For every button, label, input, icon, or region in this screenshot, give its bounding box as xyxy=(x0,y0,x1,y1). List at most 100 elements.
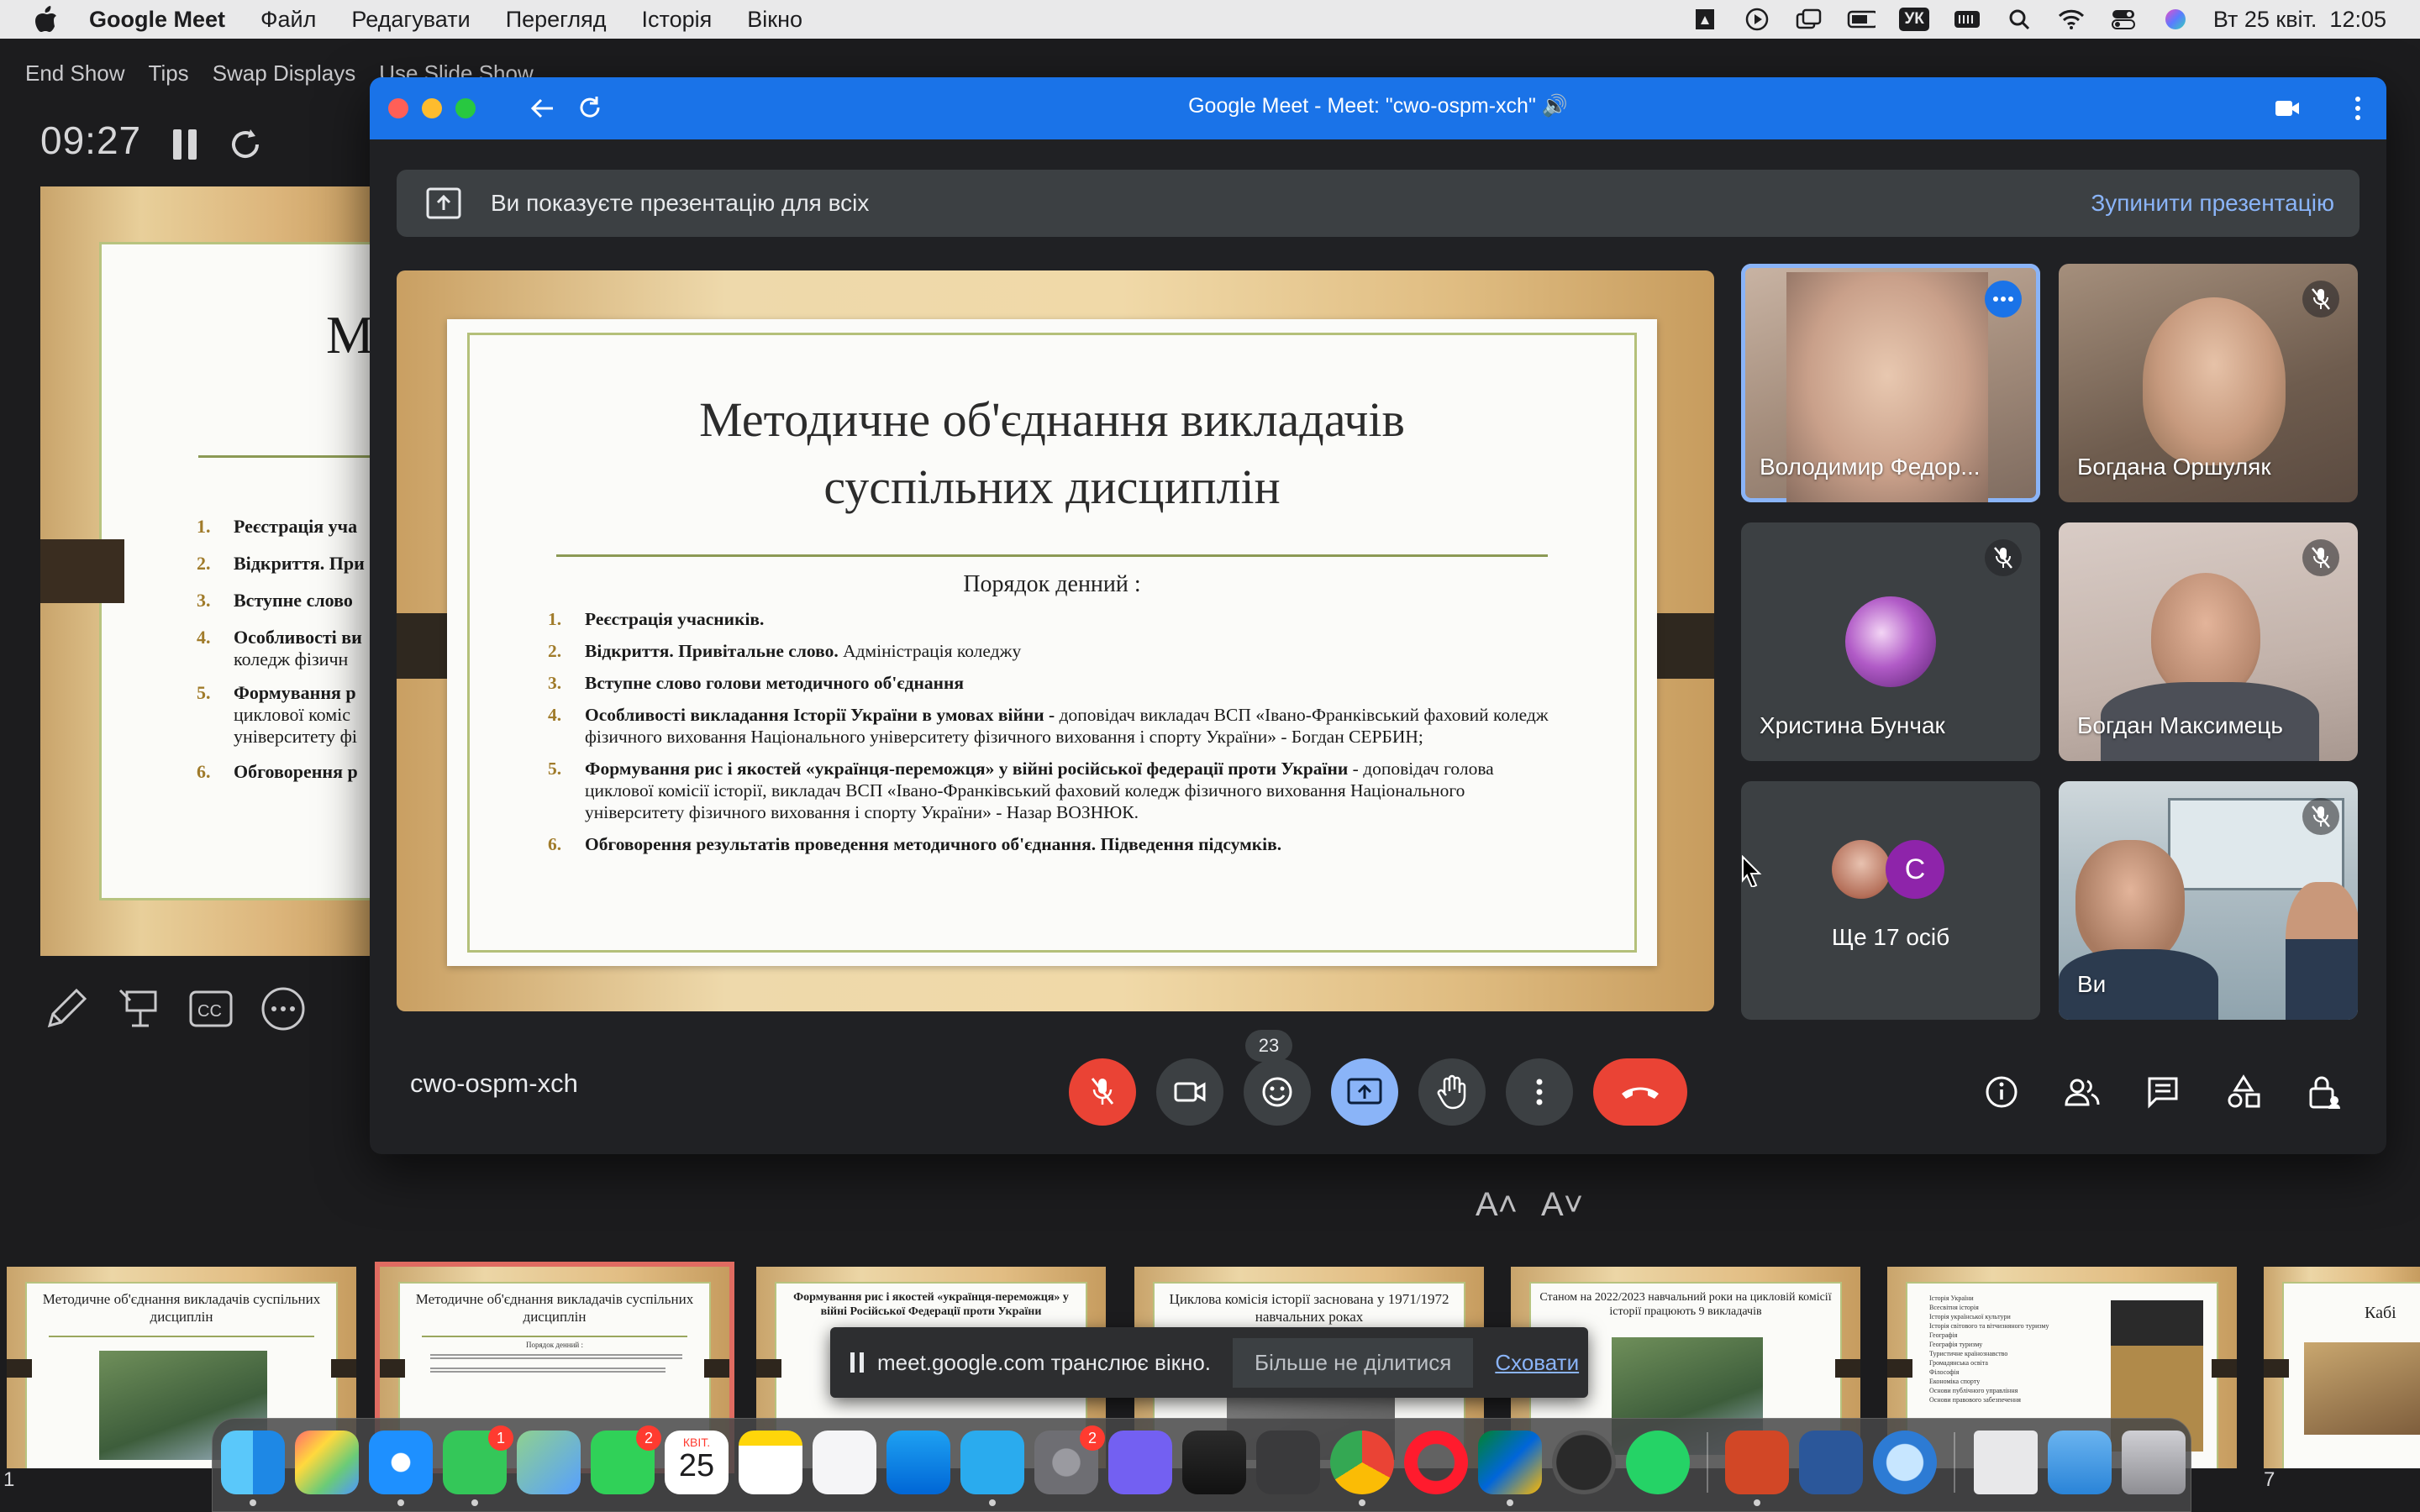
powerpoint-icon[interactable] xyxy=(1725,1431,1789,1506)
system-settings-icon[interactable]: 2 xyxy=(1034,1425,1105,1494)
swap-displays-button[interactable]: Swap Displays xyxy=(213,39,356,89)
whatsapp-icon[interactable] xyxy=(1626,1431,1690,1494)
stop-sharing-button[interactable]: Більше не ділитися xyxy=(1233,1337,1474,1388)
camera-toggle-button[interactable] xyxy=(1156,1058,1223,1126)
trash-icon[interactable] xyxy=(2122,1431,2186,1494)
menu-edit[interactable]: Редагувати xyxy=(351,7,470,33)
screens-icon[interactable] xyxy=(1795,7,1823,32)
launchpad-icon[interactable] xyxy=(295,1431,359,1494)
app-store-icon[interactable] xyxy=(886,1431,950,1494)
reset-timer-icon[interactable] xyxy=(227,126,264,163)
present-icon xyxy=(1347,1078,1382,1105)
participant-tile-bohdan[interactable]: Богдан Максимець xyxy=(2059,522,2358,761)
slide-thumbnail-7[interactable]: Кабі xyxy=(2264,1267,2420,1468)
battery-icon[interactable] xyxy=(1847,7,1876,32)
lock-person-icon xyxy=(2309,1076,2340,1109)
downloads-stack-icon[interactable] xyxy=(2048,1431,2112,1494)
menu-view[interactable]: Перегляд xyxy=(506,7,607,33)
presenter-timer: 09:27 xyxy=(40,118,142,162)
chat-button[interactable] xyxy=(2133,1062,2193,1122)
finder-icon[interactable] xyxy=(221,1431,285,1506)
word-icon[interactable] xyxy=(1799,1431,1863,1494)
opera-icon[interactable] xyxy=(1404,1431,1468,1494)
more-participants-tile[interactable]: C Ще 17 осіб xyxy=(1741,781,2040,1020)
subtitles-icon[interactable]: CC xyxy=(187,984,235,1033)
meeting-details-button[interactable] xyxy=(1971,1062,2032,1122)
participant-tile-volodymyr[interactable]: Володимир Федор... xyxy=(1741,264,2040,502)
obs-icon[interactable] xyxy=(1552,1431,1616,1494)
laser-pointer-icon[interactable] xyxy=(114,984,163,1033)
participant-tile-self[interactable]: Ви xyxy=(2059,781,2358,1020)
thumb-subject-list: Історія України Всесвітня історія Історі… xyxy=(1929,1294,2049,1404)
increase-font-icon[interactable]: A˄ xyxy=(1476,1186,1518,1224)
control-center-icon[interactable] xyxy=(2109,7,2138,32)
more-options-button[interactable] xyxy=(1506,1058,1573,1126)
microphone-toggle-button[interactable] xyxy=(1069,1058,1136,1126)
calculator-icon[interactable] xyxy=(1256,1431,1320,1494)
current-slide-preview: М 1. Реєстрація уча 2. Відкриття. При 3.… xyxy=(40,186,435,956)
mouse-cursor-icon xyxy=(1742,855,1762,887)
participant-letter-avatar: C xyxy=(1886,840,1944,899)
drive-icon[interactable] xyxy=(1691,7,1719,32)
more-options-icon[interactable] xyxy=(259,984,308,1033)
decrease-font-icon[interactable]: A˅ xyxy=(1541,1186,1583,1224)
running-indicator xyxy=(471,1499,478,1506)
participant-tile-bohdana[interactable]: Богдана Оршуляк xyxy=(2059,264,2358,502)
more-participants-label: Ще 17 осіб xyxy=(1831,924,1950,950)
search-icon[interactable] xyxy=(2005,7,2033,32)
play-circle-icon[interactable] xyxy=(1743,7,1771,32)
window-title: Google Meet - Meet: "cwo-ospm-xch" 🔊 xyxy=(1188,94,1568,118)
window-menu-icon[interactable] xyxy=(2353,94,2363,123)
swap-displays-label: Swap Displays xyxy=(212,60,356,86)
end-show-button[interactable]: End Show xyxy=(25,39,125,89)
siri-icon[interactable] xyxy=(2161,7,2190,32)
thumb-tab-left xyxy=(7,1359,32,1378)
telegram-icon[interactable] xyxy=(960,1431,1024,1506)
google-meet-window: Google Meet - Meet: "cwo-ospm-xch" 🔊 Ви … xyxy=(370,77,2386,1154)
stop-presenting-button[interactable]: Зупинити презентацію xyxy=(2091,190,2334,217)
leave-call-button[interactable] xyxy=(1593,1058,1687,1126)
tips-button[interactable]: Tips xyxy=(149,39,189,89)
menu-window[interactable]: Вікно xyxy=(747,7,802,33)
host-controls-button[interactable] xyxy=(2294,1062,2354,1122)
raise-hand-button[interactable] xyxy=(1418,1058,1486,1126)
app-name-menu[interactable]: Google Meet xyxy=(89,7,225,33)
participant-options-button[interactable] xyxy=(1985,281,2022,318)
screen-share-notification: meet.google.com транслює вікно. Більше н… xyxy=(830,1327,1588,1398)
chrome-icon[interactable] xyxy=(1330,1431,1394,1506)
notes-icon[interactable] xyxy=(739,1431,802,1494)
apple-icon[interactable] xyxy=(34,5,59,34)
hide-notification-link[interactable]: Сховати xyxy=(1495,1350,1579,1376)
activities-button[interactable] xyxy=(2213,1062,2274,1122)
pen-icon[interactable] xyxy=(42,984,91,1033)
calendar-icon[interactable]: КВІТ. 25 xyxy=(665,1431,729,1494)
final-cut-icon[interactable] xyxy=(1182,1431,1246,1494)
preview-item-4: Особливості ви xyxy=(234,627,362,648)
menu-history[interactable]: Історія xyxy=(642,7,713,33)
messages-icon[interactable]: 1 xyxy=(443,1425,513,1506)
keyboard-layout[interactable]: УК xyxy=(1899,8,1929,31)
google-meet-icon[interactable] xyxy=(1478,1431,1542,1506)
quicktime-icon[interactable] xyxy=(1873,1431,1937,1494)
viber-icon[interactable] xyxy=(1108,1431,1172,1494)
present-now-button[interactable] xyxy=(1331,1058,1398,1126)
meeting-code: cwo-ospm-xch xyxy=(410,1068,578,1098)
facetime-icon[interactable]: 2 xyxy=(591,1425,661,1494)
menu-bar: Google Meet Файл Редагувати Перегляд Іст… xyxy=(0,0,2420,39)
document-stack-icon[interactable] xyxy=(1974,1431,2038,1494)
thumb-number-7: 7 xyxy=(2264,1468,2275,1491)
maps-icon[interactable] xyxy=(517,1431,581,1494)
menubar-clock[interactable]: Вт 25 квіт. 12:05 xyxy=(2213,7,2386,33)
freeform-icon[interactable] xyxy=(813,1431,876,1494)
wifi-icon[interactable] xyxy=(2057,7,2086,32)
people-button[interactable] xyxy=(2052,1062,2112,1122)
preview-num-4: 4. xyxy=(197,627,211,648)
participant-tile-khrystyna[interactable]: Христина Бунчак xyxy=(1741,522,2040,761)
preview-item-5b: циклової коміс xyxy=(234,704,351,725)
pause-icon[interactable] xyxy=(171,128,200,161)
safari-icon[interactable] xyxy=(369,1431,433,1506)
keyboard-icon[interactable] xyxy=(1953,7,1981,32)
menu-file[interactable]: Файл xyxy=(260,7,316,33)
camera-status-icon[interactable] xyxy=(2274,97,2301,119)
pause-sharing-icon[interactable] xyxy=(849,1351,865,1374)
